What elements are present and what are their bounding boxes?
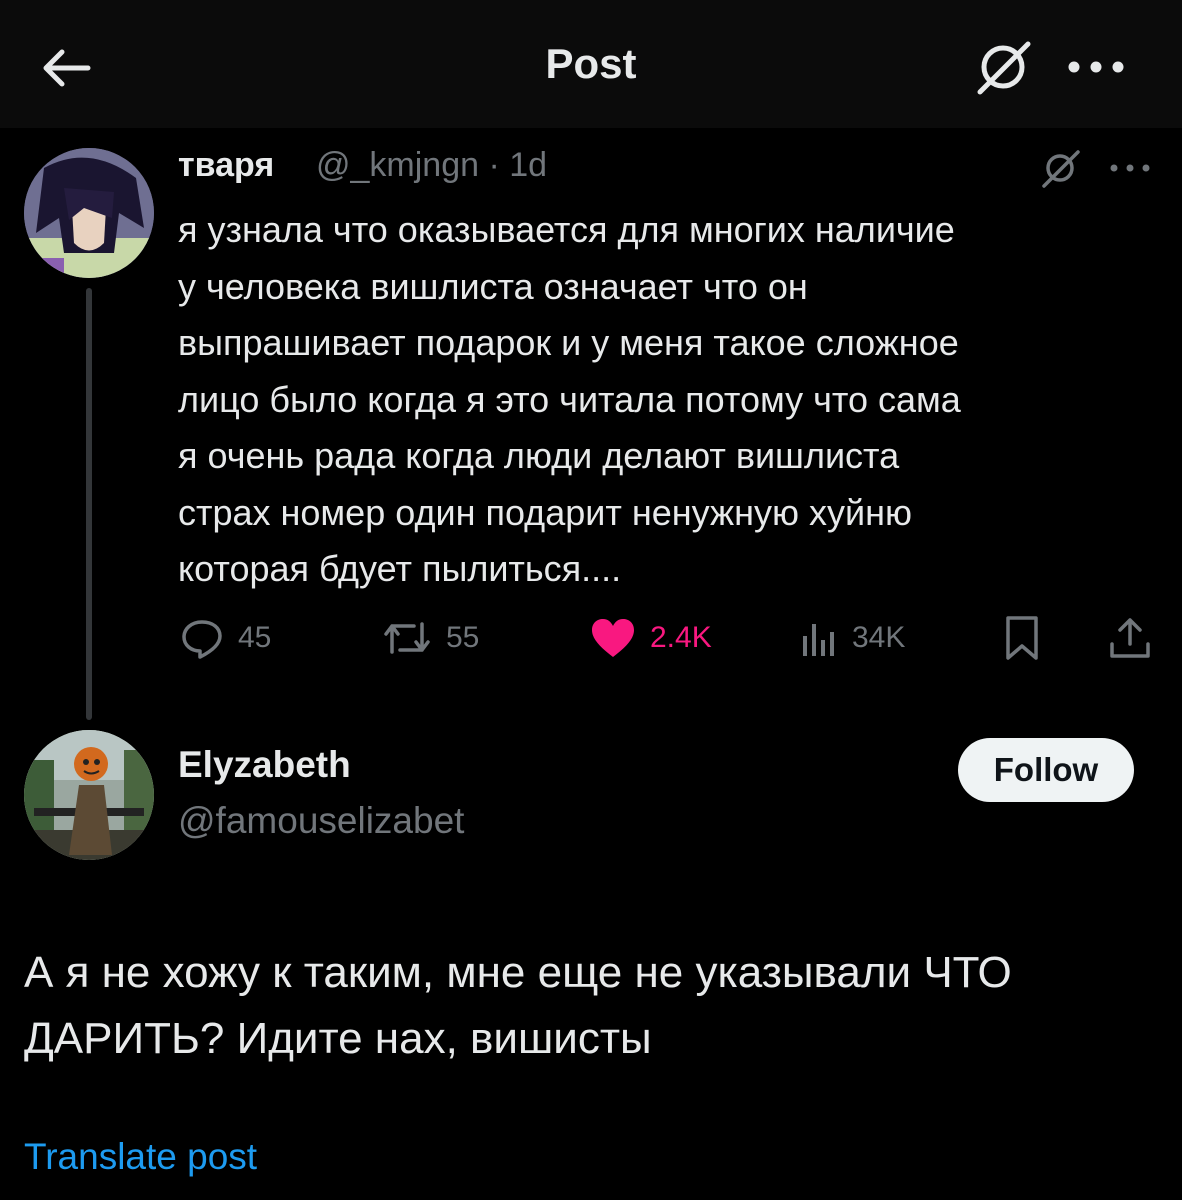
avatar[interactable] xyxy=(24,148,154,278)
share-icon xyxy=(1110,618,1150,658)
post-text-line: я узнала что оказывается для многих нали… xyxy=(178,209,955,250)
reply-text-line: ДАРИТЬ? Идите нах, вишисты xyxy=(24,1014,652,1063)
repost-count: 55 xyxy=(446,621,480,654)
like-button[interactable]: 2.4K xyxy=(590,612,712,664)
reply-icon xyxy=(182,620,222,659)
more-horizontal-icon xyxy=(1110,164,1150,172)
more-button[interactable] xyxy=(1064,50,1128,84)
grok-icon xyxy=(977,41,1031,95)
views-button[interactable]: 34K xyxy=(798,612,905,664)
avatar[interactable] xyxy=(24,730,154,860)
post-text-line: выпрашивает подарок и у меня такое сложн… xyxy=(178,322,959,363)
post-more-button[interactable] xyxy=(1106,156,1154,180)
bookmark-button[interactable] xyxy=(1002,612,1042,664)
repost-icon xyxy=(384,622,430,654)
post-text: я узнала что оказывается для многих нали… xyxy=(178,202,1168,598)
post-text-line: лицо было когда я это читала потому что … xyxy=(178,378,961,420)
grok-button[interactable] xyxy=(968,36,1038,98)
avatar-image xyxy=(24,148,154,278)
author-name[interactable]: тваря xyxy=(178,146,274,185)
reply-button[interactable]: 45 xyxy=(180,612,271,664)
reply-count: 45 xyxy=(238,621,272,654)
repost-button[interactable]: 55 xyxy=(382,612,479,664)
post-text-line: страх номер один подарит ненужную хуйню xyxy=(178,491,912,533)
reply-text: А я не хожу к таким, мне еще не указывал… xyxy=(24,940,1164,1072)
reply-author-name[interactable]: Elyzabeth xyxy=(178,744,351,786)
author-handle[interactable]: @_kmjngn xyxy=(316,146,479,184)
bookmark-icon xyxy=(1006,616,1038,660)
post-text-line: я очень рада когда люди делают вишлиста xyxy=(178,435,900,476)
share-button[interactable] xyxy=(1108,612,1152,664)
post-text-line: которая бдует пылиться.... xyxy=(178,548,622,589)
post-time: · 1d xyxy=(488,146,548,184)
reply-author-handle[interactable]: @famouselizabet xyxy=(178,800,464,842)
post-grok-button[interactable] xyxy=(1036,146,1084,190)
top-bar: Post xyxy=(0,0,1182,128)
avatar-image xyxy=(24,730,154,860)
author-handle-time[interactable]: @_kmjngn · 1d xyxy=(316,146,547,185)
like-count: 2.4K xyxy=(650,621,712,654)
more-horizontal-icon xyxy=(1068,61,1124,73)
grok-icon xyxy=(1042,150,1080,188)
follow-button[interactable]: Follow xyxy=(958,738,1134,802)
heart-filled-icon xyxy=(592,619,634,657)
analytics-icon xyxy=(803,624,834,656)
translate-post-link[interactable]: Translate post xyxy=(24,1136,257,1178)
post-actions: 45 55 2.4K 34K xyxy=(0,612,1182,664)
post-text-line: у человека вишлиста означает что он xyxy=(178,265,808,307)
view-count: 34K xyxy=(852,621,906,654)
reply-text-line: А я не хожу к таким, мне еще не указывал… xyxy=(24,948,1012,997)
